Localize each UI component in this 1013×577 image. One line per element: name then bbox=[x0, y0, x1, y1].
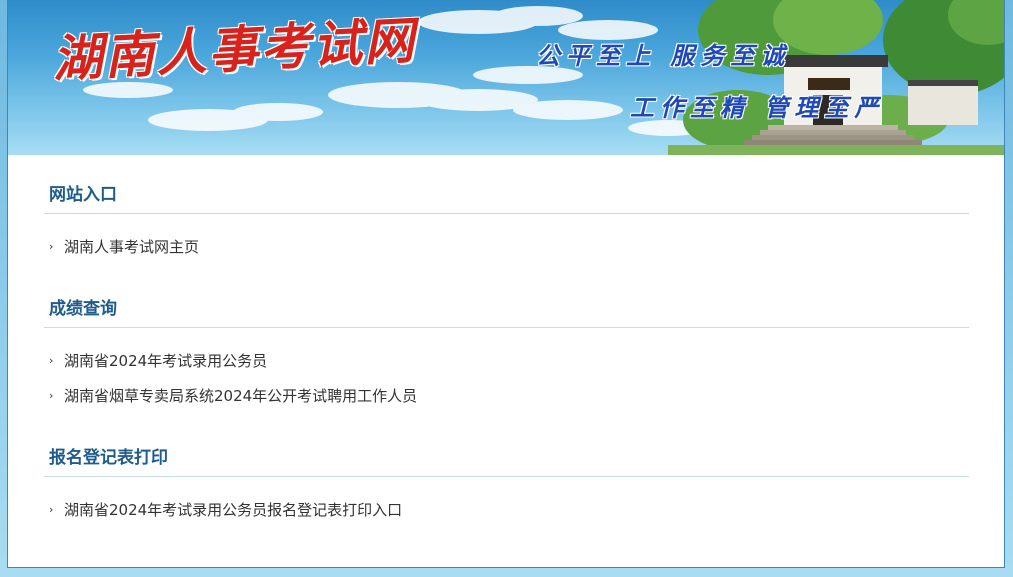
link-label[interactable]: 湖南省烟草专卖局系统2024年公开考试聘用工作人员 bbox=[64, 387, 417, 405]
link-list: › 湖南人事考试网主页 bbox=[44, 237, 199, 257]
bullet-icon: › bbox=[49, 354, 54, 367]
link-tobacco-bureau-2024[interactable]: › 湖南省烟草专卖局系统2024年公开考试聘用工作人员 bbox=[44, 386, 417, 406]
main-panel: 湖南人事考试网 公平至上 服务至诚 工作至精 管理至严 网站入口 › 湖南人事考… bbox=[7, 0, 1005, 568]
link-label[interactable]: 湖南人事考试网主页 bbox=[64, 238, 199, 256]
section-website-entry: 网站入口 › 湖南人事考试网主页 bbox=[44, 184, 969, 256]
header-banner: 湖南人事考试网 公平至上 服务至诚 工作至精 管理至严 bbox=[8, 0, 1004, 155]
section-registration-print: 报名登记表打印 › 湖南省2024年考试录用公务员报名登记表打印入口 bbox=[44, 447, 969, 519]
section-title: 成绩查询 bbox=[44, 298, 969, 328]
bullet-icon: › bbox=[49, 389, 54, 402]
link-civil-servant-2024[interactable]: › 湖南省2024年考试录用公务员 bbox=[44, 351, 417, 371]
link-list: › 湖南省2024年考试录用公务员报名登记表打印入口 bbox=[44, 500, 402, 520]
page-background: 湖南人事考试网 公平至上 服务至诚 工作至精 管理至严 网站入口 › 湖南人事考… bbox=[0, 0, 1013, 577]
bullet-icon: › bbox=[49, 240, 54, 253]
section-title: 报名登记表打印 bbox=[44, 447, 969, 477]
link-label[interactable]: 湖南省2024年考试录用公务员 bbox=[64, 352, 267, 370]
link-registration-form-print[interactable]: › 湖南省2024年考试录用公务员报名登记表打印入口 bbox=[44, 500, 402, 520]
slogan-line-2: 工作至精 管理至严 bbox=[630, 93, 885, 122]
section-title: 网站入口 bbox=[44, 184, 969, 214]
link-hunan-exam-home[interactable]: › 湖南人事考试网主页 bbox=[44, 237, 199, 257]
link-list: › 湖南省2024年考试录用公务员 › 湖南省烟草专卖局系统2024年公开考试聘… bbox=[44, 351, 417, 406]
slogan-line-1: 公平至上 服务至诚 bbox=[536, 41, 791, 70]
section-score-query: 成绩查询 › 湖南省2024年考试录用公务员 › 湖南省烟草专卖局系统2024年… bbox=[44, 298, 969, 405]
link-label[interactable]: 湖南省2024年考试录用公务员报名登记表打印入口 bbox=[64, 501, 402, 519]
bullet-icon: › bbox=[49, 503, 54, 516]
